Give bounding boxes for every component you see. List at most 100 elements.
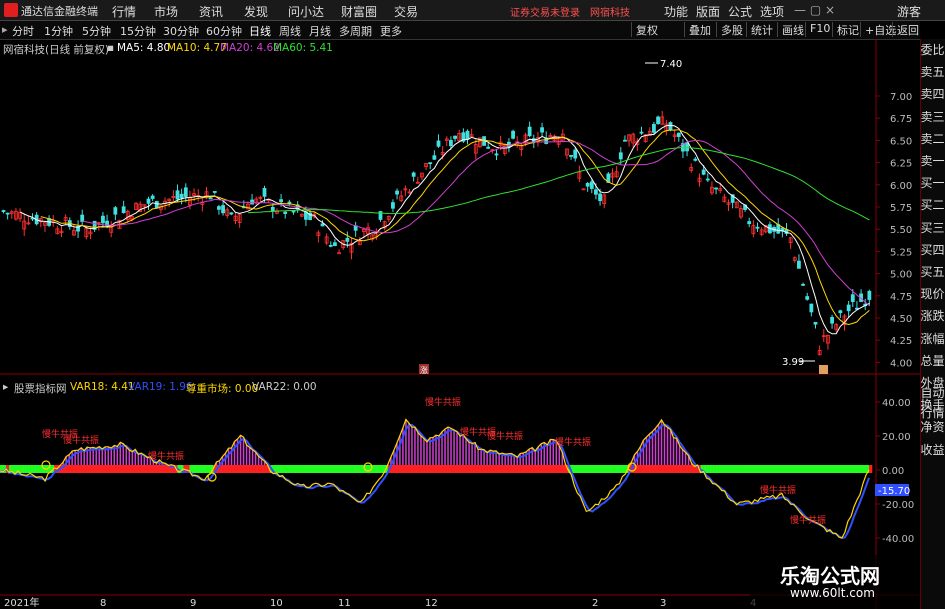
signal-bar bbox=[829, 465, 834, 473]
statistics-button[interactable]: 统计 bbox=[746, 22, 777, 37]
signal-bar bbox=[123, 465, 127, 473]
menu-gongshi[interactable]: 公式 bbox=[728, 3, 752, 20]
side-item[interactable]: 总量 bbox=[920, 352, 945, 369]
side-item[interactable]: 买四 bbox=[920, 241, 945, 258]
signal-bar bbox=[547, 465, 551, 473]
mark-button[interactable]: 标记 bbox=[832, 22, 863, 37]
signal-bar bbox=[577, 465, 581, 473]
signal-bar bbox=[790, 465, 795, 473]
toolbar-handle-icon: ▸ bbox=[2, 23, 8, 36]
menu-shichang[interactable]: 市场 bbox=[154, 3, 178, 20]
period-daily[interactable]: 日线 bbox=[249, 23, 271, 39]
signal-bar bbox=[784, 465, 789, 473]
signal-bar bbox=[820, 465, 825, 473]
side-item[interactable]: 卖五 bbox=[920, 63, 945, 80]
side-item[interactable]: 卖四 bbox=[920, 85, 945, 102]
side-item[interactable]: 买一 bbox=[920, 174, 945, 191]
signal-bar bbox=[559, 465, 563, 473]
signal-bar bbox=[709, 465, 713, 473]
side-item[interactable]: 自动 bbox=[920, 384, 945, 401]
signal-label: 慢牛共振 bbox=[148, 450, 184, 462]
side-item[interactable]: 收益 bbox=[920, 441, 945, 458]
period-30min[interactable]: 30分钟 bbox=[163, 23, 199, 39]
signal-bar bbox=[207, 465, 211, 473]
overlay-button[interactable]: 叠加 bbox=[684, 22, 715, 37]
side-item[interactable]: 买五 bbox=[920, 263, 945, 280]
period-weekly[interactable]: 周线 bbox=[279, 23, 301, 39]
menu-hangqing[interactable]: 行情 bbox=[112, 3, 136, 20]
period-1min[interactable]: 1分钟 bbox=[44, 23, 73, 39]
signal-bar bbox=[589, 465, 593, 473]
side-item[interactable]: 行情 bbox=[920, 404, 945, 421]
signal-bar bbox=[721, 465, 725, 473]
signal-bar bbox=[327, 465, 332, 473]
side-item[interactable]: 卖一 bbox=[920, 152, 945, 169]
time-label: 2 bbox=[592, 598, 598, 609]
side-item[interactable]: 涨跌 bbox=[920, 307, 945, 324]
signal-bar bbox=[505, 465, 509, 473]
period-monthly[interactable]: 月线 bbox=[309, 23, 331, 39]
signal-bar bbox=[763, 465, 768, 473]
signal-bar bbox=[105, 465, 109, 473]
signal-bar bbox=[297, 465, 301, 473]
signal-bar bbox=[348, 465, 353, 473]
candle-body bbox=[850, 294, 855, 303]
signal-bar bbox=[805, 465, 810, 473]
signal-bar bbox=[108, 465, 112, 473]
candle-body bbox=[540, 127, 544, 133]
period-multi[interactable]: 多周期 bbox=[339, 23, 372, 39]
signal-bar bbox=[420, 465, 425, 473]
main-chart-frame bbox=[0, 39, 920, 609]
signal-bar bbox=[814, 465, 819, 473]
menu-banmian[interactable]: 版面 bbox=[696, 3, 720, 20]
candle-body bbox=[179, 193, 184, 199]
side-item[interactable]: 买二 bbox=[920, 196, 945, 213]
draw-line-button[interactable]: 画线 bbox=[777, 22, 808, 37]
period-fenshi[interactable]: 分时 bbox=[12, 23, 34, 39]
signal-bar bbox=[847, 465, 852, 473]
y-tick-label: 4.50 bbox=[890, 314, 912, 325]
signal-bar bbox=[736, 465, 740, 473]
candle-body bbox=[511, 130, 515, 139]
ma-line bbox=[82, 139, 870, 306]
menu-faxian[interactable]: 发现 bbox=[244, 3, 268, 20]
candle-body bbox=[573, 149, 578, 159]
period-more[interactable]: 更多 bbox=[380, 23, 402, 39]
period-15min[interactable]: 15分钟 bbox=[120, 23, 156, 39]
signal-bar bbox=[466, 465, 470, 473]
back-button[interactable]: 返回 bbox=[892, 22, 923, 37]
candle-body bbox=[656, 116, 660, 125]
multi-stock-button[interactable]: 多股 bbox=[716, 22, 747, 37]
signal-bar bbox=[490, 465, 494, 473]
signal-label: 慢牛共振 bbox=[555, 436, 591, 448]
signal-bar bbox=[436, 465, 440, 473]
side-item[interactable]: 卖二 bbox=[920, 130, 945, 147]
f10-button[interactable]: F10 bbox=[805, 22, 834, 37]
period-5min[interactable]: 5分钟 bbox=[82, 23, 111, 39]
side-item[interactable]: 买三 bbox=[920, 219, 945, 236]
signal-bar bbox=[724, 465, 728, 473]
chart-canvas[interactable]: 7.00 6.75 6.50 6.25 6.00 5.75 5.50 5.25 5.00 4.75… bbox=[0, 39, 920, 609]
side-item[interactable]: 卖三 bbox=[920, 108, 945, 125]
menu-jiaoyi[interactable]: 交易 bbox=[394, 3, 418, 20]
candle-body bbox=[391, 202, 395, 209]
menu-xuanxiang[interactable]: 选项 bbox=[760, 3, 784, 20]
menu-wenxiaoda[interactable]: 问小达 bbox=[288, 3, 324, 20]
guest-button[interactable]: 游客 bbox=[897, 3, 921, 20]
signal-bar bbox=[84, 465, 88, 473]
menu-gongneng[interactable]: 功能 bbox=[664, 3, 688, 20]
signal-label: 慢牛共振 bbox=[790, 514, 826, 526]
signal-bar bbox=[757, 465, 762, 473]
window-controls[interactable]: — ▢ × bbox=[794, 3, 835, 17]
signal-bar bbox=[246, 465, 250, 473]
menu-caifuquan[interactable]: 财富圈 bbox=[341, 3, 377, 20]
side-item[interactable]: 涨幅 bbox=[920, 330, 945, 347]
signal-bar bbox=[300, 465, 304, 473]
ma-line bbox=[40, 129, 870, 326]
fuquan-button[interactable]: 复权 bbox=[631, 22, 662, 37]
side-item[interactable]: 委比 bbox=[920, 41, 945, 58]
menu-zixun[interactable]: 资讯 bbox=[199, 3, 223, 20]
side-item[interactable]: 现价 bbox=[920, 285, 945, 302]
period-60min[interactable]: 60分钟 bbox=[206, 23, 242, 39]
signal-bar bbox=[78, 465, 82, 473]
